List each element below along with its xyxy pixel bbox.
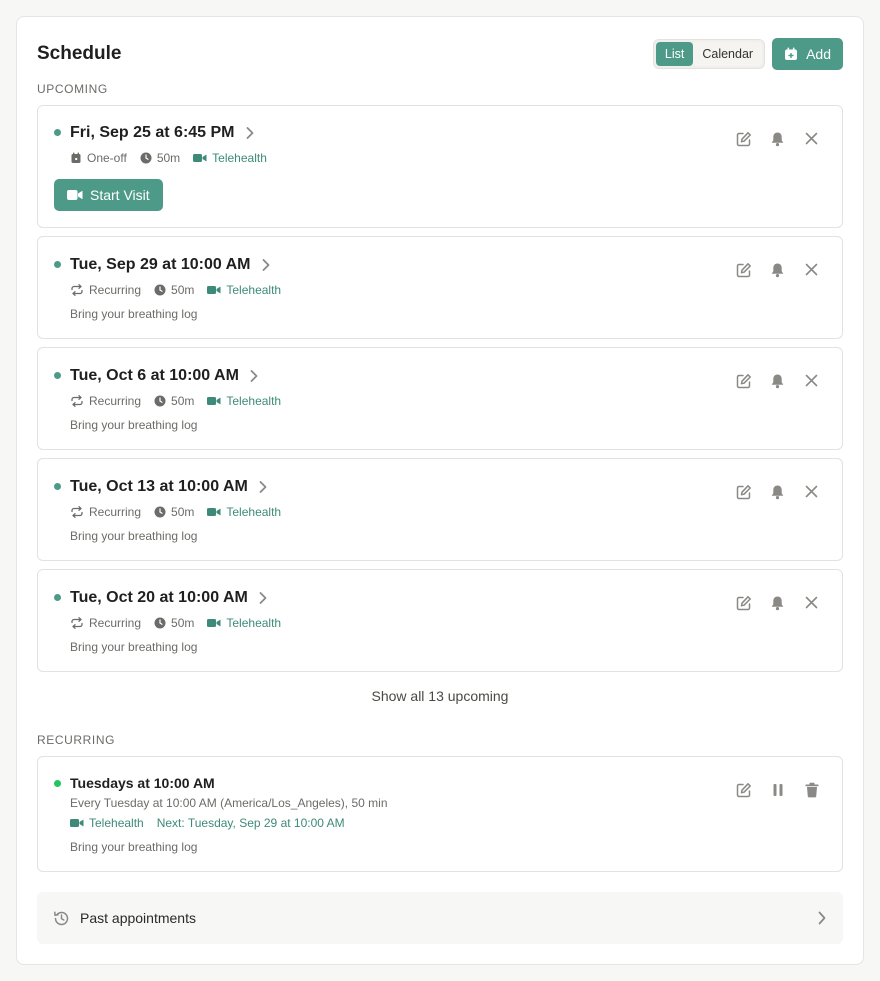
chevron-right-icon — [249, 369, 259, 383]
start-visit-button[interactable]: Start Visit — [54, 179, 163, 211]
pause-icon[interactable] — [769, 781, 786, 798]
edit-icon[interactable] — [735, 594, 752, 611]
view-toggle: List Calendar — [652, 39, 766, 69]
bell-icon[interactable] — [769, 483, 786, 500]
start-visit-label: Start Visit — [90, 187, 150, 203]
chevron-right-icon — [245, 126, 255, 140]
appointment-title[interactable]: Fri, Sep 25 at 6:45 PM — [70, 124, 255, 142]
calendar-plus-icon — [784, 47, 798, 61]
edit-icon[interactable] — [735, 483, 752, 500]
edit-icon[interactable] — [735, 372, 752, 389]
video-icon — [207, 396, 221, 406]
bell-icon[interactable] — [769, 130, 786, 147]
recurring-description: Every Tuesday at 10:00 AM (America/Los_A… — [70, 796, 388, 810]
repeat-icon — [70, 506, 84, 518]
clock-icon — [154, 395, 166, 407]
close-icon[interactable] — [803, 483, 820, 500]
appointment-title[interactable]: Tue, Oct 20 at 10:00 AM — [70, 589, 268, 607]
recurring-card: Tuesdays at 10:00 AM Every Tuesday at 10… — [37, 756, 843, 872]
appointment-card: Tue, Oct 6 at 10:00 AM Recurring 50m Tel… — [37, 347, 843, 450]
appointment-actions — [735, 130, 820, 147]
calendar-icon — [70, 152, 82, 164]
edit-icon[interactable] — [735, 261, 752, 278]
appointment-title[interactable]: Tue, Sep 29 at 10:00 AM — [70, 256, 271, 274]
video-icon — [67, 189, 83, 201]
close-icon[interactable] — [803, 261, 820, 278]
appointment-actions — [735, 594, 820, 611]
repeat-icon — [70, 395, 84, 407]
chevron-right-icon — [258, 480, 268, 494]
appointment-meta: One-off 50m Telehealth — [70, 151, 280, 165]
history-icon — [53, 910, 70, 927]
past-appointments-row[interactable]: Past appointments — [37, 892, 843, 944]
upcoming-section-label: UPCOMING — [37, 82, 108, 96]
next-occurrence: Next: Tuesday, Sep 29 at 10:00 AM — [156, 816, 345, 830]
appointment-actions — [735, 261, 820, 278]
clock-icon — [154, 284, 166, 296]
bell-icon[interactable] — [769, 372, 786, 389]
bell-icon[interactable] — [769, 594, 786, 611]
recurring-section-label: RECURRING — [37, 733, 116, 747]
close-icon[interactable] — [803, 594, 820, 611]
repeat-icon — [70, 617, 84, 629]
edit-icon[interactable] — [735, 781, 752, 798]
show-all-upcoming-link[interactable]: Show all 13 upcoming — [37, 688, 843, 704]
appointment-card: Fri, Sep 25 at 6:45 PM One-off 50m Teleh… — [37, 105, 843, 228]
status-dot — [54, 594, 61, 601]
appointment-note: Bring your breathing log — [70, 529, 198, 543]
appointment-card: Tue, Sep 29 at 10:00 AM Recurring 50m Te… — [37, 236, 843, 339]
view-list-button[interactable]: List — [655, 42, 694, 66]
repeat-icon — [70, 284, 84, 296]
add-button[interactable]: Add — [772, 38, 843, 70]
appointment-meta: Recurring 50m Telehealth — [70, 283, 294, 297]
recurring-note: Bring your breathing log — [70, 840, 198, 854]
appointment-meta: Recurring 50m Telehealth — [70, 394, 294, 408]
schedule-header: Schedule List Calendar Add — [37, 37, 843, 71]
appointment-meta: Recurring 50m Telehealth — [70, 505, 294, 519]
recurring-title: Tuesdays at 10:00 AM — [70, 775, 215, 791]
recurring-actions — [735, 781, 820, 798]
chevron-right-icon — [817, 910, 827, 926]
status-dot — [54, 483, 61, 490]
video-icon — [193, 153, 207, 163]
view-calendar-button[interactable]: Calendar — [693, 42, 763, 66]
clock-icon — [140, 152, 152, 164]
status-dot — [54, 372, 61, 379]
appointment-actions — [735, 483, 820, 500]
add-button-label: Add — [806, 46, 831, 62]
status-dot — [54, 129, 61, 136]
bell-icon[interactable] — [769, 261, 786, 278]
clock-icon — [154, 506, 166, 518]
recurring-meta: Telehealth Next: Tuesday, Sep 29 at 10:0… — [70, 816, 358, 830]
chevron-right-icon — [258, 591, 268, 605]
clock-icon — [154, 617, 166, 629]
appointment-actions — [735, 372, 820, 389]
appointment-note: Bring your breathing log — [70, 307, 198, 321]
appointment-title[interactable]: Tue, Oct 6 at 10:00 AM — [70, 367, 259, 385]
close-icon[interactable] — [803, 372, 820, 389]
appointment-note: Bring your breathing log — [70, 640, 198, 654]
video-icon — [207, 285, 221, 295]
appointment-meta: Recurring 50m Telehealth — [70, 616, 294, 630]
schedule-panel: Schedule List Calendar Add UPCOMING Fri,… — [16, 16, 864, 965]
appointment-card: Tue, Oct 13 at 10:00 AM Recurring 50m Te… — [37, 458, 843, 561]
chevron-right-icon — [261, 258, 271, 272]
close-icon[interactable] — [803, 130, 820, 147]
video-icon — [70, 818, 84, 828]
status-dot — [54, 261, 61, 268]
edit-icon[interactable] — [735, 130, 752, 147]
appointment-card: Tue, Oct 20 at 10:00 AM Recurring 50m Te… — [37, 569, 843, 672]
video-icon — [207, 618, 221, 628]
status-dot — [54, 780, 61, 787]
appointment-title[interactable]: Tue, Oct 13 at 10:00 AM — [70, 478, 268, 496]
page-title: Schedule — [37, 43, 122, 64]
past-appointments-label: Past appointments — [80, 910, 196, 926]
appointment-note: Bring your breathing log — [70, 418, 198, 432]
video-icon — [207, 507, 221, 517]
trash-icon[interactable] — [803, 781, 820, 798]
